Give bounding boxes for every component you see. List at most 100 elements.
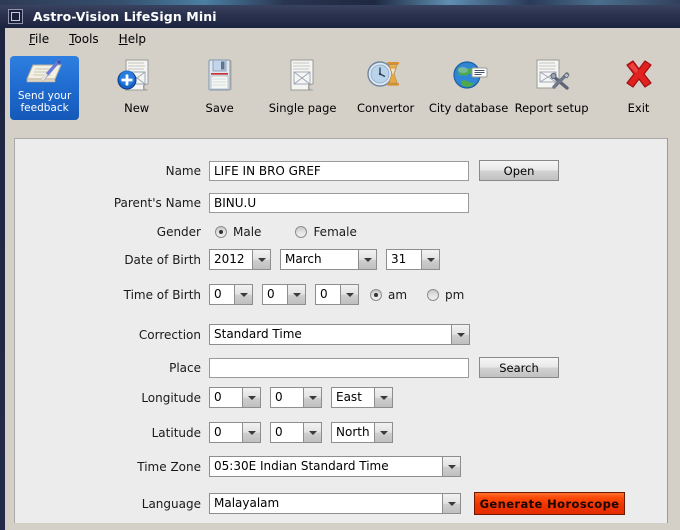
gender-label: Gender <box>156 225 201 239</box>
meridiem-radio-pm[interactable]: pm <box>427 288 464 302</box>
title-bar: Astro-Vision LifeSign Mini <box>0 5 680 28</box>
dob-day-select[interactable]: 31 <box>386 249 440 270</box>
parent-name-input[interactable]: BINU.U <box>209 193 469 213</box>
new-button-label: New <box>124 101 150 115</box>
floppy-disk-icon <box>197 54 243 98</box>
row-parent-name: Parent's Name BINU.U <box>15 193 625 213</box>
parent-name-label: Parent's Name <box>113 196 201 210</box>
screen: Astro-Vision LifeSign Mini File Tools He… <box>0 0 680 530</box>
longitude-degrees-select[interactable]: 0 <box>209 387 261 408</box>
menu-tools-rest: ools <box>74 32 99 46</box>
chevron-down-icon <box>358 249 377 270</box>
time-zone-value: 05:30E Indian Standard Time <box>209 456 442 477</box>
correction-value: Standard Time <box>209 324 451 345</box>
toolbar: Send your feedback New Save Single page … <box>5 50 680 138</box>
report-setup-button[interactable]: Report setup <box>510 54 593 134</box>
convertor-button-label: Convertor <box>356 101 415 115</box>
dob-year-select[interactable]: 2012 <box>209 249 271 270</box>
row-gender: Gender Male Female <box>15 225 625 239</box>
latitude-minutes-value: 0 <box>270 422 303 443</box>
single-page-button[interactable]: Single page <box>261 54 344 134</box>
time-zone-select[interactable]: 05:30E Indian Standard Time <box>209 456 461 477</box>
chevron-down-icon <box>442 493 461 514</box>
latitude-label: Latitude <box>151 425 201 440</box>
chevron-down-icon <box>442 456 461 477</box>
latitude-degrees-select[interactable]: 0 <box>209 422 261 443</box>
chevron-down-icon <box>252 249 271 270</box>
place-input[interactable] <box>209 357 469 378</box>
dob-month-value: March <box>280 249 358 270</box>
radio-am-indicator <box>370 288 382 301</box>
name-input[interactable]: LIFE IN BRO GREF <box>209 160 469 181</box>
longitude-minutes-select[interactable]: 0 <box>270 387 322 408</box>
dob-month-select[interactable]: March <box>280 249 377 270</box>
language-select[interactable]: Malayalam <box>209 493 461 514</box>
row-name: Name LIFE IN BRO GREF Open <box>15 160 625 181</box>
exit-button-label: Exit <box>627 101 650 115</box>
generate-horoscope-button[interactable]: Generate Horoscope <box>474 492 625 515</box>
chevron-down-icon <box>340 284 359 305</box>
language-label: Language <box>141 496 201 511</box>
search-button[interactable]: Search <box>479 357 559 378</box>
menu-tools[interactable]: Tools <box>59 30 109 48</box>
chevron-down-icon <box>374 387 393 408</box>
tob-minute-value: 0 <box>262 284 287 305</box>
row-time-of-birth: Time of Birth 0 0 0 am pm <box>15 284 625 305</box>
send-feedback-line2: feedback <box>20 101 69 114</box>
gender-radio-female[interactable]: Female <box>295 225 357 239</box>
send-feedback-button[interactable]: Send your feedback <box>10 56 80 120</box>
correction-select[interactable]: Standard Time <box>209 324 470 345</box>
city-database-button[interactable]: City database <box>427 54 510 134</box>
tob-hour-select[interactable]: 0 <box>209 284 253 305</box>
chevron-down-icon <box>303 387 322 408</box>
tob-second-select[interactable]: 0 <box>315 284 359 305</box>
chevron-down-icon <box>303 422 322 443</box>
longitude-label: Longitude <box>141 390 201 405</box>
globe-database-icon <box>446 54 492 98</box>
red-x-icon <box>616 54 662 98</box>
application-window: Astro-Vision LifeSign Mini File Tools He… <box>0 5 680 530</box>
convertor-button[interactable]: Convertor <box>344 54 427 134</box>
new-button[interactable]: New <box>95 54 178 134</box>
tob-minute-select[interactable]: 0 <box>262 284 306 305</box>
page-tools-icon <box>529 54 575 98</box>
save-button[interactable]: Save <box>178 54 261 134</box>
chevron-down-icon <box>242 422 261 443</box>
row-longitude: Longitude 0 0 East <box>15 387 625 408</box>
menu-file[interactable]: File <box>19 30 59 48</box>
single-page-button-label: Single page <box>268 101 337 115</box>
date-of-birth-label: Date of Birth <box>124 252 201 267</box>
birth-details-form: Name LIFE IN BRO GREF Open Parent's Name… <box>14 138 668 525</box>
menu-help-mnemonic: H <box>118 32 128 46</box>
menu-bar: File Tools Help <box>5 28 680 51</box>
longitude-minutes-value: 0 <box>270 387 303 408</box>
longitude-direction-select[interactable]: East <box>331 387 393 408</box>
meridiem-radio-am[interactable]: am <box>370 288 407 302</box>
radio-male-indicator <box>215 226 227 238</box>
radio-male-label: Male <box>233 225 262 239</box>
latitude-direction-select[interactable]: North <box>331 422 393 443</box>
open-button[interactable]: Open <box>479 160 559 181</box>
exit-button[interactable]: Exit <box>597 54 680 134</box>
chevron-down-icon <box>242 387 261 408</box>
radio-female-indicator <box>295 226 308 238</box>
longitude-direction-value: East <box>331 387 374 408</box>
latitude-minutes-select[interactable]: 0 <box>270 422 322 443</box>
row-latitude: Latitude 0 0 North <box>15 422 625 443</box>
latitude-degrees-value: 0 <box>209 422 242 443</box>
gender-radio-male[interactable]: Male <box>215 225 261 239</box>
radio-am-label: am <box>388 287 408 302</box>
single-page-icon <box>280 54 326 98</box>
chevron-down-icon <box>287 284 306 305</box>
row-date-of-birth: Date of Birth 2012 March 31 <box>15 249 625 270</box>
save-button-label: Save <box>205 101 234 115</box>
window-title: Astro-Vision LifeSign Mini <box>33 9 217 24</box>
time-zone-label: Time Zone <box>137 459 201 474</box>
app-window-icon <box>8 9 23 24</box>
report-setup-button-label: Report setup <box>514 101 589 115</box>
new-document-plus-icon <box>114 54 160 98</box>
send-feedback-label: Send your feedback <box>18 90 71 114</box>
tob-hour-value: 0 <box>209 284 234 305</box>
menu-help[interactable]: Help <box>109 30 156 48</box>
row-language: Language Malayalam Generate Horoscope <box>15 492 655 515</box>
